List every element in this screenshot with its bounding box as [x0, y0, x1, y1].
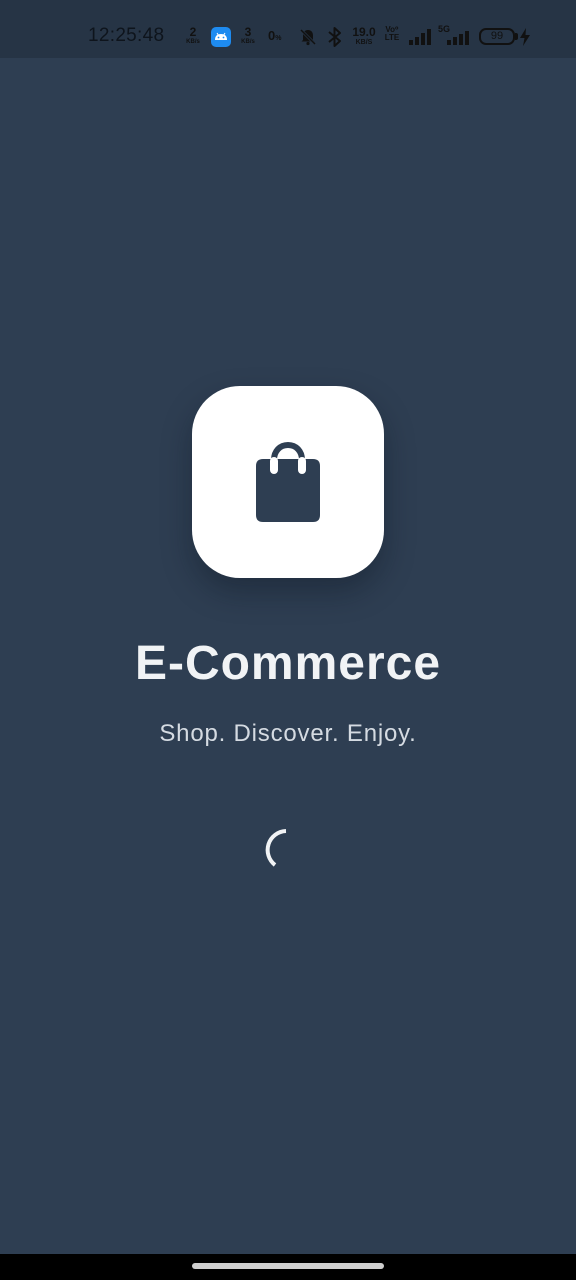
network-speed-value: 0% — [268, 28, 282, 43]
battery-indicator: 99 — [479, 28, 515, 45]
charging-bolt-icon — [520, 28, 530, 46]
status-bar: 12:25:48 2 KB/s 3 KB/s 0% 19.0 KB/S Vo⁰ … — [0, 0, 576, 58]
bluetooth-icon — [328, 27, 341, 47]
volte-indicator: Vo⁰ LTE — [384, 25, 400, 42]
data-speed-value: 19.0 — [352, 25, 376, 39]
network-speed-value: 2 — [189, 25, 197, 39]
data-speed-unit: KB/S — [355, 39, 373, 46]
network-speed-indicator: 3 KB/s — [237, 26, 259, 45]
mute-bell-icon — [299, 28, 317, 46]
loading-spinner-icon — [265, 829, 287, 867]
shopping-bag-icon — [256, 441, 320, 522]
data-speed-indicator: 19.0 KB/S — [352, 26, 376, 46]
signal-strength-icon — [409, 29, 431, 45]
battery-tip — [515, 33, 518, 40]
status-time: 12:25:48 — [88, 25, 165, 46]
network-speed-unit: KB/s — [241, 39, 255, 45]
app-logo-card — [192, 386, 384, 578]
network-speed-unit: KB/s — [186, 39, 200, 45]
signal-strength-5g-icon — [447, 31, 469, 45]
app-title: E-Commerce — [134, 637, 442, 690]
network-speed-value: 3 — [244, 25, 252, 39]
android-app-notification-icon — [211, 27, 231, 47]
app-tagline: Shop. Discover. Enjoy. — [159, 720, 417, 747]
home-indicator[interactable] — [192, 1263, 384, 1269]
network-speed-indicator: 2 KB/s — [182, 26, 204, 45]
